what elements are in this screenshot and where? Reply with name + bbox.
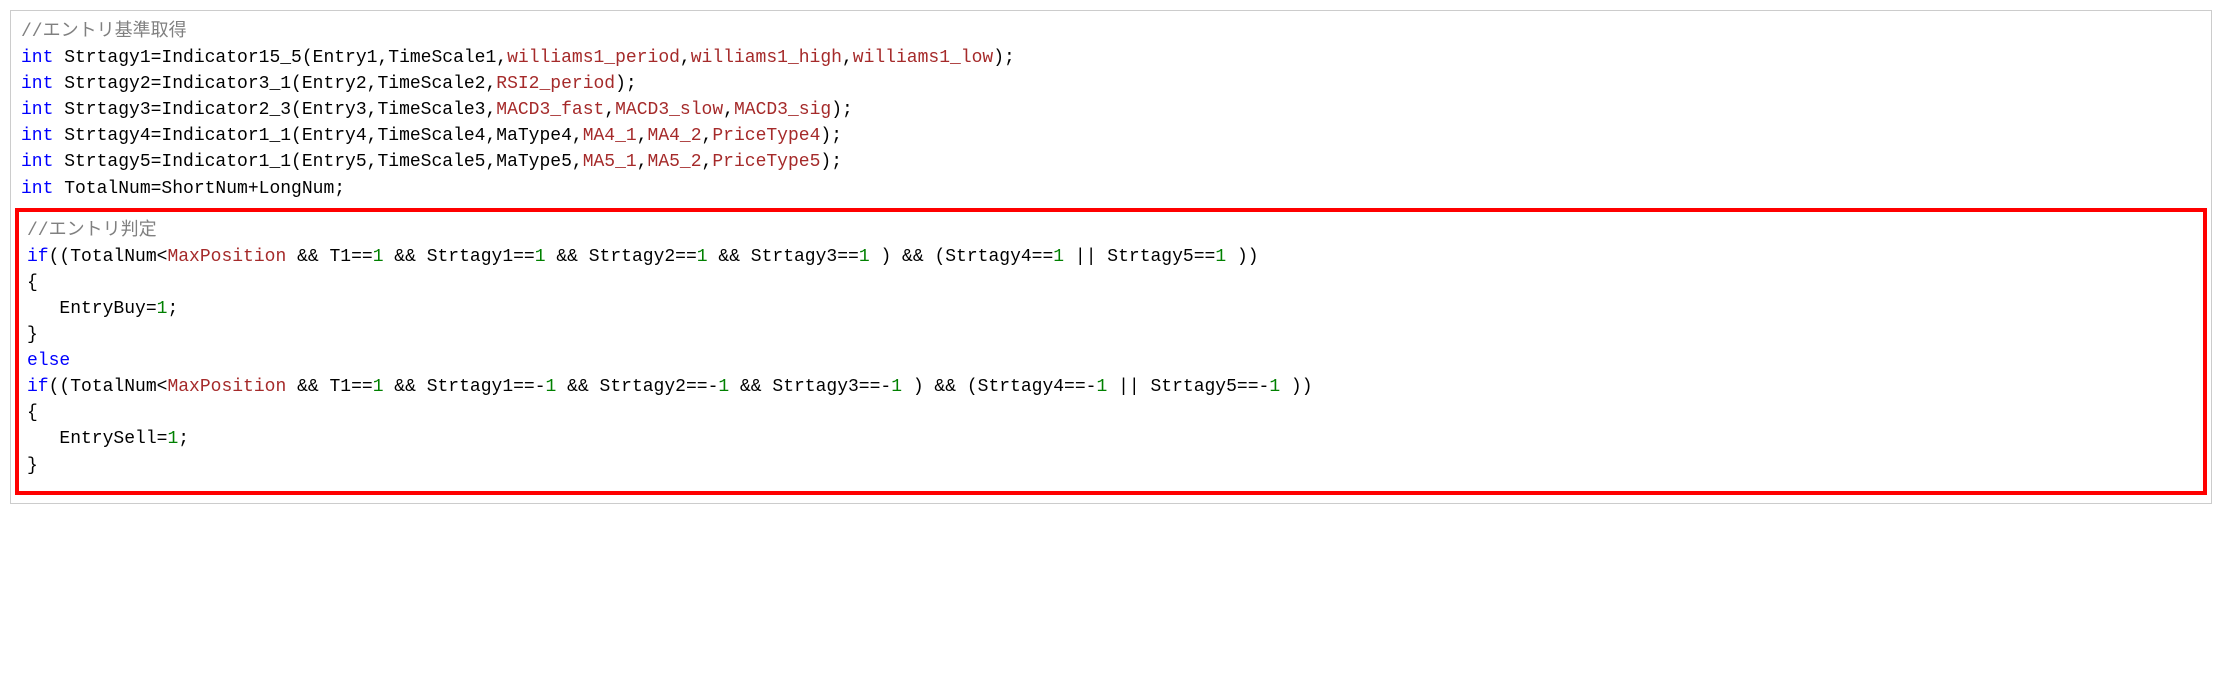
code-line: int Strtagy1=Indicator15_5(Entry1,TimeSc… <box>21 48 1015 68</box>
brace: { <box>27 273 38 293</box>
highlight-box: //エントリ判定 if((TotalNum<MaxPosition && T1=… <box>15 208 2207 495</box>
comment-line: //エントリ判定 <box>27 221 157 241</box>
code-line: EntryBuy=1; <box>27 299 178 319</box>
else-keyword: else <box>27 351 70 371</box>
code-line: if((TotalNum<MaxPosition && T1==1 && Str… <box>27 247 1259 267</box>
brace: { <box>27 403 38 423</box>
code-line: int Strtagy2=Indicator3_1(Entry2,TimeSca… <box>21 74 637 94</box>
brace: } <box>27 325 38 345</box>
brace: } <box>27 456 38 476</box>
code-line: if((TotalNum<MaxPosition && T1==1 && Str… <box>27 377 1313 397</box>
comment-line: //エントリ基準取得 <box>21 22 187 42</box>
code-line: int Strtagy3=Indicator2_3(Entry3,TimeSca… <box>21 100 853 120</box>
code-block: //エントリ基準取得 int Strtagy1=Indicator15_5(En… <box>10 10 2212 504</box>
code-line: EntrySell=1; <box>27 429 189 449</box>
code-line: int Strtagy5=Indicator1_1(Entry5,TimeSca… <box>21 152 842 172</box>
code-line: int Strtagy4=Indicator1_1(Entry4,TimeSca… <box>21 126 842 146</box>
code-line: int TotalNum=ShortNum+LongNum; <box>21 179 345 199</box>
